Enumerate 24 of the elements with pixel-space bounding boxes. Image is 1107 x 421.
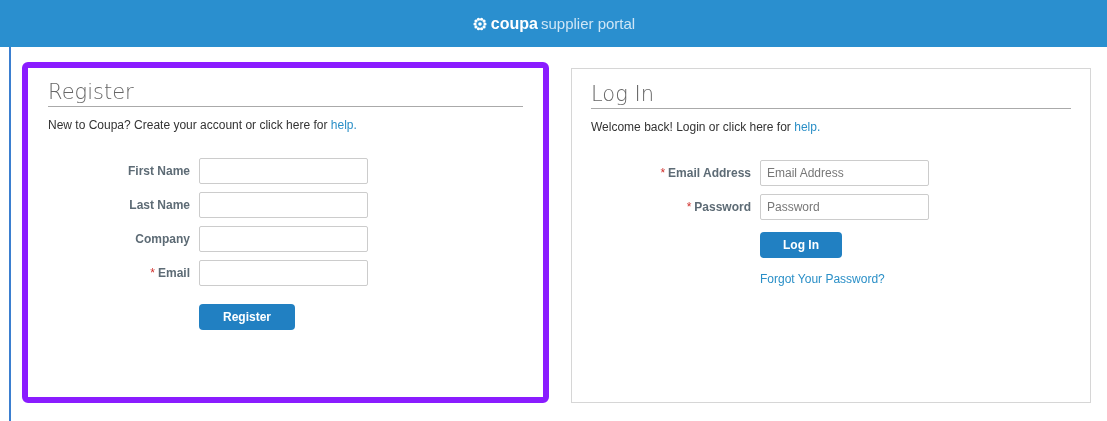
field-label: Last Name bbox=[128, 198, 190, 212]
intro-text: New to Coupa? Create your account or click here for help. bbox=[48, 118, 358, 132]
brand-name: coupa bbox=[490, 14, 538, 33]
panel-title: Log In bbox=[591, 82, 1071, 109]
product-name: supplier portal bbox=[540, 15, 636, 32]
text-input[interactable] bbox=[199, 226, 368, 252]
text-input[interactable]: Password bbox=[760, 194, 929, 220]
forgot-password-link[interactable]: Forgot Your Password? bbox=[760, 272, 885, 286]
text-input[interactable] bbox=[199, 260, 368, 286]
field-label: * Email bbox=[149, 266, 190, 280]
field-label: * Email Address bbox=[659, 166, 751, 180]
field-label: First Name bbox=[126, 164, 190, 178]
text-input[interactable] bbox=[199, 192, 368, 218]
field-label: * Password bbox=[685, 200, 751, 214]
text-input[interactable]: Email Address bbox=[760, 160, 929, 186]
text-input[interactable] bbox=[199, 158, 368, 184]
login-button[interactable]: Log In bbox=[760, 232, 842, 258]
register-button[interactable]: Register bbox=[199, 304, 296, 330]
help-link[interactable]: help. bbox=[794, 120, 821, 134]
intro-text: Welcome back! Login or click here for help. bbox=[591, 120, 822, 134]
field-label: Company bbox=[134, 232, 190, 246]
help-link[interactable]: help. bbox=[330, 118, 357, 132]
panel-title: Register bbox=[48, 80, 523, 107]
starburst-icon bbox=[471, 15, 488, 32]
